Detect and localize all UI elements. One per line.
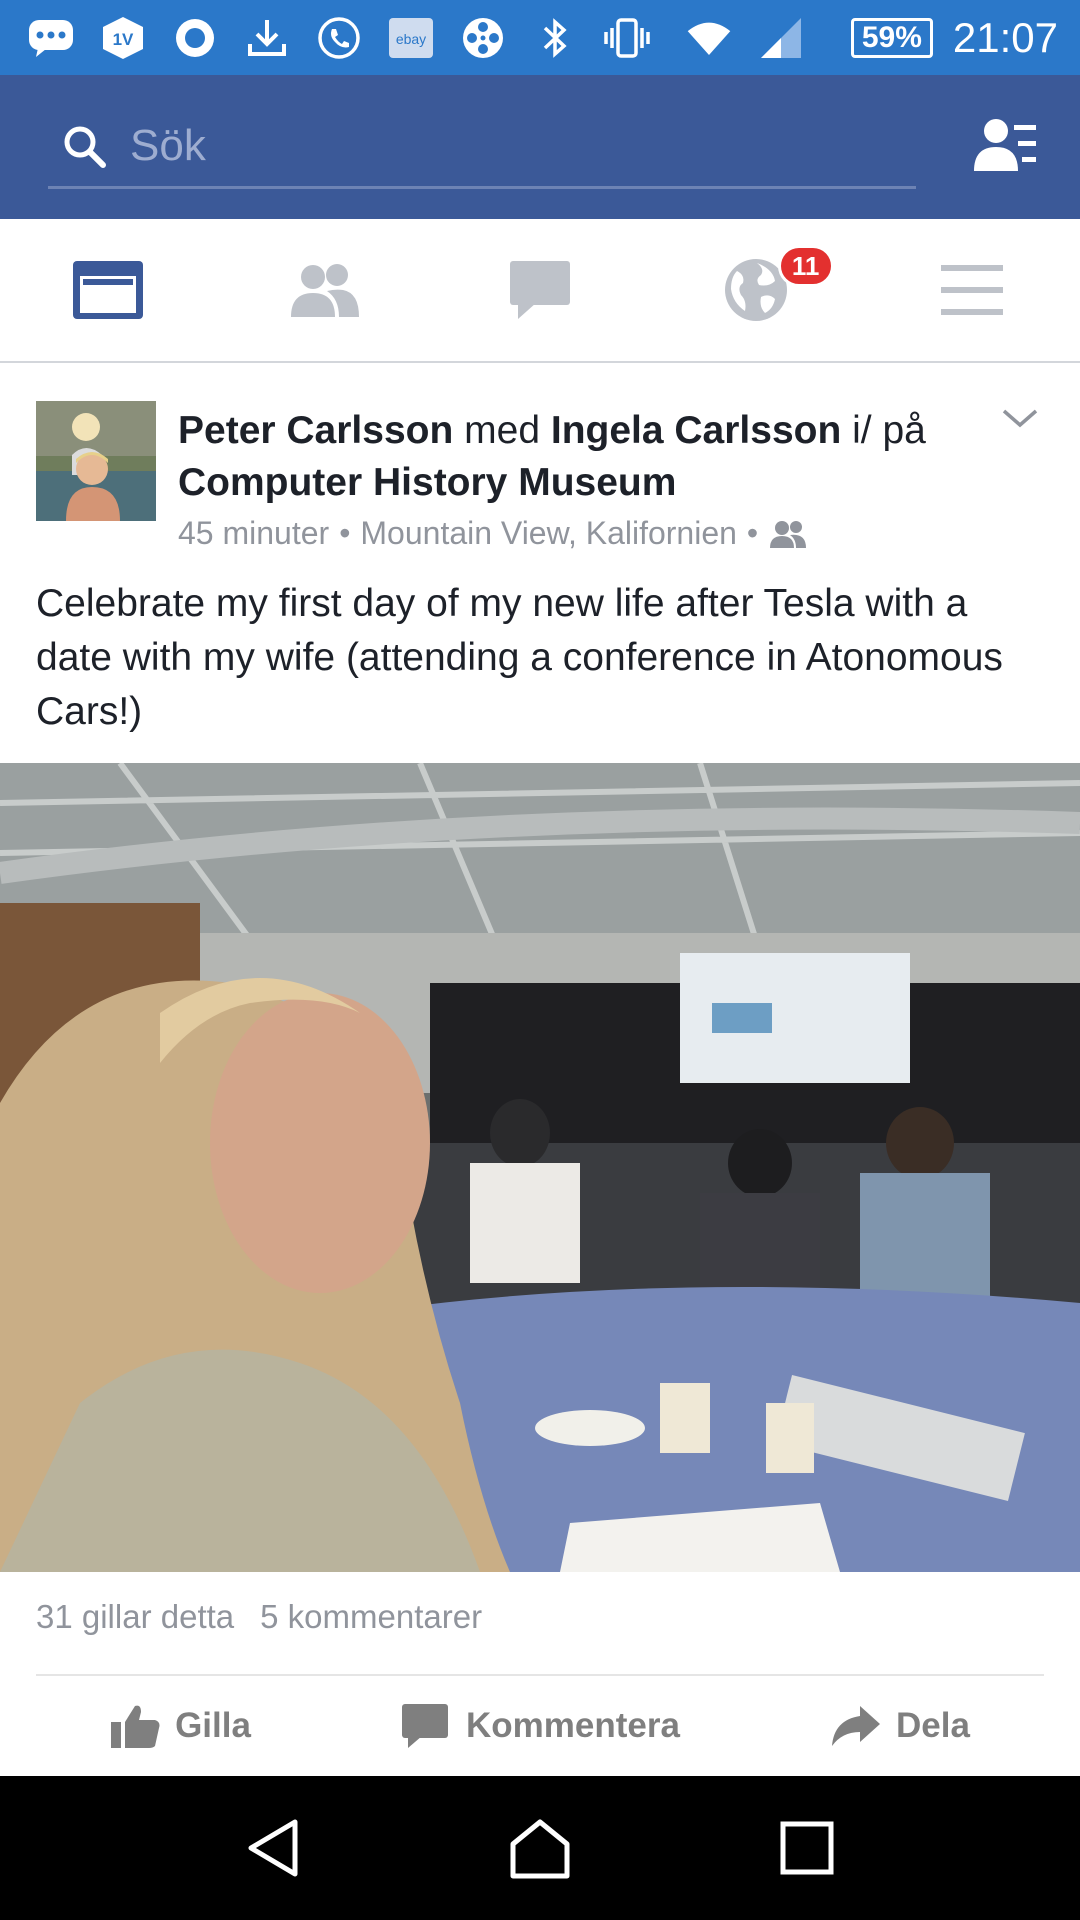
circle-icon (172, 15, 218, 61)
ebay-icon: ebay (388, 15, 434, 61)
post-location[interactable]: Mountain View, Kalifornien (360, 515, 737, 552)
likes-count[interactable]: 31 gillar detta (36, 1598, 234, 1636)
post-actions: Gilla Kommentera Dela (0, 1676, 1080, 1776)
recents-square-icon (780, 1821, 834, 1875)
conference-photo (0, 763, 1080, 1572)
chevron-down-icon[interactable] (1000, 403, 1040, 433)
search-input[interactable] (130, 120, 830, 171)
tab-news-feed[interactable] (0, 219, 216, 361)
battery-level: 59% (861, 21, 922, 54)
chat-bubble-icon (28, 15, 74, 61)
search-header (0, 75, 1080, 219)
post-photo[interactable] (0, 763, 1080, 1572)
recents-button[interactable] (767, 1808, 847, 1888)
post-time[interactable]: 45 minuter (178, 515, 329, 552)
bluetooth-icon (532, 15, 578, 61)
search-field[interactable] (48, 105, 916, 189)
notification-badge: 11 (777, 245, 834, 287)
vibrate-icon (604, 15, 650, 61)
tab-menu[interactable] (864, 219, 1080, 361)
post-author-line: Peter Carlsson med Ingela Carlsson i/ på… (178, 405, 938, 509)
post-info-line: 45 minuter • Mountain View, Kalifornien … (178, 515, 938, 552)
tab-friends[interactable] (216, 219, 432, 361)
friends-icon (291, 264, 359, 317)
avatar[interactable] (36, 401, 156, 521)
navigation-bar (0, 1776, 1080, 1920)
wifi-icon (686, 15, 732, 61)
tv-app-label: 1V (113, 30, 134, 49)
thumbs-up-icon (111, 1705, 160, 1748)
status-bar: 1V ebay 59% 21:07 (0, 0, 1080, 75)
post-meta: Peter Carlsson med Ingela Carlsson i/ på… (178, 405, 938, 552)
share-button[interactable]: Dela (720, 1676, 1080, 1776)
phone-call-icon (316, 15, 362, 61)
download-icon (244, 15, 290, 61)
back-button[interactable] (233, 1808, 313, 1888)
like-button[interactable]: Gilla (0, 1676, 360, 1776)
contacts-list-icon[interactable] (974, 115, 1038, 175)
post-stats: 31 gillar detta 5 kommentarer (36, 1598, 482, 1636)
tagged-name[interactable]: Ingela Carlsson (551, 409, 841, 452)
notification-icons: 1V ebay (28, 14, 804, 62)
separator: • (746, 515, 759, 551)
home-icon (510, 1819, 570, 1879)
comment-label: Kommentera (466, 1706, 680, 1745)
news-feed-post: Peter Carlsson med Ingela Carlsson i/ på… (0, 365, 1080, 733)
status-right: 59% 21:07 (850, 8, 1058, 68)
message-icon (510, 261, 570, 319)
home-button[interactable] (500, 1808, 580, 1888)
share-label: Dela (896, 1706, 970, 1745)
film-reel-icon (460, 15, 506, 61)
comment-icon (402, 1704, 449, 1748)
at-text: i/ på (852, 409, 926, 452)
tv-app-icon: 1V (100, 15, 146, 61)
tab-bar: 11 (0, 219, 1080, 363)
place-name[interactable]: Computer History Museum (178, 461, 676, 504)
post-text: Celebrate my first day of my new life af… (36, 582, 1003, 733)
battery-indicator: 59% (850, 18, 933, 58)
tab-messages[interactable] (432, 219, 648, 361)
with-text: med (464, 409, 541, 452)
friends-audience-icon[interactable] (768, 519, 808, 549)
search-icon (64, 126, 106, 168)
author-name[interactable]: Peter Carlsson (178, 409, 453, 452)
like-label: Gilla (175, 1706, 251, 1745)
back-triangle-icon (248, 1819, 298, 1877)
hamburger-icon (941, 265, 1003, 315)
separator: • (339, 515, 351, 551)
avatar-image (36, 401, 156, 521)
signal-icon (758, 15, 804, 61)
share-arrow-icon (832, 1706, 881, 1746)
tab-notifications[interactable]: 11 (648, 219, 864, 361)
news-feed-icon (73, 261, 143, 319)
comment-button[interactable]: Kommentera (360, 1676, 720, 1776)
ebay-label: ebay (396, 31, 426, 47)
post-header: Peter Carlsson med Ingela Carlsson i/ på… (0, 365, 1080, 733)
comments-count[interactable]: 5 kommentarer (260, 1598, 482, 1636)
clock: 21:07 (952, 14, 1058, 61)
